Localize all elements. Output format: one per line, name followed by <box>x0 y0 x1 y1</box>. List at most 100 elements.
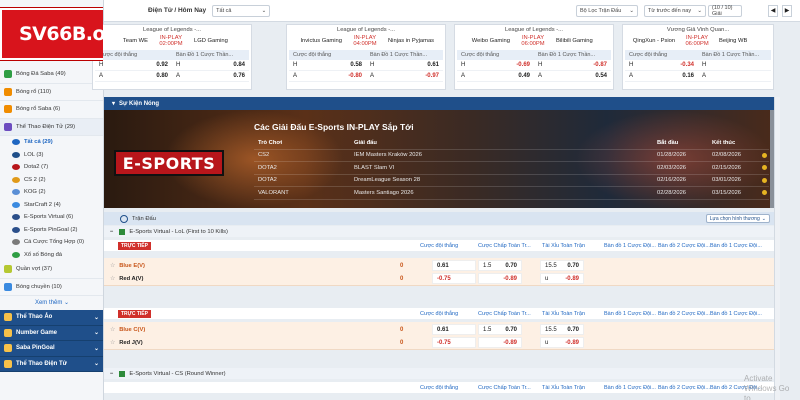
away-team[interactable]: ☆ Red A(V) <box>110 273 143 285</box>
odds-cell[interactable]: A 0.16 <box>625 73 698 79</box>
odds-cell[interactable]: 1.5 0.70 <box>478 324 522 335</box>
hot-events-header[interactable]: ▾ Sự Kiện Nóng <box>104 97 774 110</box>
match-filter-select[interactable]: Bộ Lọc Trận Đấu ⌄ <box>576 4 638 17</box>
sidebar-category-virtual-sports[interactable]: Thể Thao Ảo ⌄ <box>0 310 103 326</box>
match-card[interactable]: League of Legends -... Invictus Gaming IN… <box>286 24 446 90</box>
odds-cell[interactable]: 15.5 0.70 <box>540 324 584 335</box>
away-team[interactable]: ☆ Red J(V) <box>110 337 143 349</box>
match-card[interactable]: League of Legends -... Weibo Gaming IN-PL… <box>454 24 614 90</box>
odds-cell[interactable]: 0.61 <box>432 260 476 271</box>
esports-banner[interactable]: E-SPORTS Các Giải Đấu E-Sports IN-PLAY S… <box>104 110 774 208</box>
sidebar-subitem-soccer-lottery[interactable]: Xổ số Bóng đá <box>0 249 103 262</box>
sidebar-subitem-lol[interactable]: LOL (3) <box>0 149 103 162</box>
breadcrumb: Điện Tử / Hôm Nay <box>148 7 207 14</box>
prev-arrow-button[interactable]: ◀ <box>768 4 778 17</box>
sidebar-category-esports[interactable]: Thể Thao Điện Tử ⌄ <box>0 356 103 372</box>
filter-select[interactable]: Tất cả ⌄ <box>212 4 271 17</box>
odds-cell[interactable]: A 0.54 <box>534 73 611 79</box>
star-icon[interactable]: ☆ <box>110 340 115 346</box>
odds-cell[interactable]: A -0.97 <box>366 73 443 79</box>
odds-cell[interactable]: A -0.80 <box>289 73 366 79</box>
order-select[interactable]: Từ trước đến nay ⌄ <box>644 4 706 17</box>
odds-cell[interactable]: H 0.84 <box>172 62 249 68</box>
odds-cell[interactable]: H 0.61 <box>366 62 443 68</box>
league-row[interactable]: − E-Sports Virtual - CS (Round Winner) <box>104 368 774 379</box>
odds-cell[interactable]: A 0.80 <box>95 73 172 79</box>
sidebar-item-esports[interactable]: Thể Thao Điện Tử (29) <box>0 118 103 136</box>
table-row[interactable]: CS2 IEM Masters Kraków 2026 01/28/2026 02/0… <box>254 150 769 162</box>
table-row[interactable]: DOTA2 DreamLeague Season 28 02/16/2026 03/0… <box>254 175 769 187</box>
sidebar-subitem-esports-pingoal[interactable]: E-Sports PinGoal (2) <box>0 224 103 237</box>
table-row[interactable]: VALORANT Masters Santiago 2026 02/28/2026 0… <box>254 187 769 200</box>
sidebar-category-number-game[interactable]: Number Game ⌄ <box>0 325 103 341</box>
esports-logo: E-SPORTS <box>114 150 224 176</box>
sidebar-item-volleyball[interactable]: Bóng chuyền (10) <box>0 279 103 296</box>
dot-icon <box>12 139 20 146</box>
calendar-icon[interactable] <box>762 152 767 158</box>
odds-cell[interactable]: 15.5 0.70 <box>540 260 584 271</box>
star-icon[interactable]: ☆ <box>110 327 115 333</box>
sidebar-subitem-starcraft2[interactable]: StarCraft 2 (4) <box>0 199 103 212</box>
sidebar-item-saba-basketball[interactable]: Bóng rổ Saba (6) <box>0 101 103 119</box>
league-pager[interactable]: (10 / 10) Giải <box>708 4 742 17</box>
home-team[interactable]: ☆ Blue E(V) <box>110 260 145 272</box>
calendar-icon[interactable] <box>762 190 767 196</box>
calendar-icon[interactable] <box>762 177 767 183</box>
chevron-down-icon: ⌄ <box>93 330 99 337</box>
star-icon[interactable]: ☆ <box>110 263 115 269</box>
sidebar-category-saba-pingoal[interactable]: Saba PinGoal ⌄ <box>0 341 103 357</box>
sidebar-subitem-combined-bets[interactable]: Cá Cược Tổng Hợp (0) <box>0 236 103 249</box>
collapse-icon[interactable]: − <box>110 371 113 377</box>
card-team2: Ninjas in Pyjamas <box>388 38 435 44</box>
odds-column-headers: Cược đội thắng Cược Chấp Toàn Tr... Tài … <box>104 382 774 393</box>
chevron-down-icon: ⌄ <box>697 7 702 14</box>
odds-cell[interactable]: A 0.49 <box>457 73 534 79</box>
away-score: 0 <box>400 276 404 282</box>
sidebar-subitem-all[interactable]: Tất cả (29) <box>0 136 103 149</box>
collapse-icon[interactable]: − <box>110 229 113 235</box>
see-more-link[interactable]: Xem thêm ⌄ <box>0 296 103 310</box>
star-icon[interactable]: ☆ <box>110 276 115 282</box>
sidebar-item-basketball[interactable]: Bóng rổ (110) <box>0 84 103 101</box>
odds-cell[interactable]: 1.5 0.70 <box>478 260 522 271</box>
odds-cell[interactable]: -0.89 <box>478 337 522 348</box>
odds-cell[interactable]: H -0.69 <box>457 62 534 68</box>
page-scrollbar[interactable] <box>774 97 780 400</box>
table-row[interactable]: DOTA2 BLAST Slam VI 02/03/2026 02/15/2026 <box>254 162 769 175</box>
match-card[interactable]: Vương Giả Vinh Quan... QingXun - Psion IN… <box>622 24 774 90</box>
sidebar-subitem-esports-virtual[interactable]: E-Sports Virtual (6) <box>0 211 103 224</box>
odds-cell[interactable]: -0.89 <box>478 273 522 284</box>
match-card[interactable]: League of Legends -... Team WE IN-PLAY 02:… <box>92 24 252 90</box>
live-badge: TRỰC TIẾP <box>118 309 151 318</box>
home-team[interactable]: ☆ Blue C(V) <box>110 324 145 336</box>
odds-cell[interactable]: u -0.89 <box>540 273 584 284</box>
odds-cell[interactable]: H 0.58 <box>289 62 366 68</box>
sidebar-item-saba-soccer[interactable]: Bóng Đá Saba (49) <box>0 66 103 84</box>
odds-cell[interactable]: -0.75 <box>432 273 476 284</box>
sidebar-item-tennis[interactable]: Quần vợt (37) <box>0 261 103 279</box>
league-row[interactable]: − E-Sports Virtual - LoL (First to 10 Kil… <box>104 226 774 237</box>
odds-cell[interactable]: A <box>698 73 771 79</box>
chevron-down-icon: ⌄ <box>93 314 99 321</box>
card-time: 02:00PM <box>159 41 183 47</box>
odds-cell[interactable]: H -0.87 <box>534 62 611 68</box>
odds-cell[interactable]: H -0.34 <box>625 62 698 68</box>
odds-cell[interactable]: -0.75 <box>432 337 476 348</box>
odds-cell[interactable]: H <box>698 62 771 68</box>
display-options-button[interactable]: Lựa chọn hình thương ⌄ <box>705 214 770 223</box>
lottery-icon <box>12 251 20 258</box>
top-bar: Điện Tử / Hôm Nay Tất cả ⌄ Bộ Lọc Trận Đấ… <box>104 0 800 22</box>
card-head-map1: Bàn Đồ 1 Cược Thần... <box>176 52 234 58</box>
next-arrow-button[interactable]: ▶ <box>782 4 792 17</box>
calendar-icon[interactable] <box>762 165 767 171</box>
sidebar-subitem-cs2[interactable]: CS 2 (2) <box>0 174 103 187</box>
odds-cell[interactable]: u -0.89 <box>540 337 584 348</box>
card-time: 06:00PM <box>521 41 545 47</box>
sidebar-subitem-dota2[interactable]: Dota2 (7) <box>0 161 103 174</box>
odds-cell[interactable]: A 0.76 <box>172 73 249 79</box>
odds-cell[interactable]: H 0.92 <box>95 62 172 68</box>
sidebar-subitem-kog[interactable]: KOG (2) <box>0 186 103 199</box>
odds-cell[interactable]: 0.61 <box>432 324 476 335</box>
home-score: 0 <box>400 327 404 333</box>
site-logo[interactable]: SV66B.org <box>0 8 103 60</box>
